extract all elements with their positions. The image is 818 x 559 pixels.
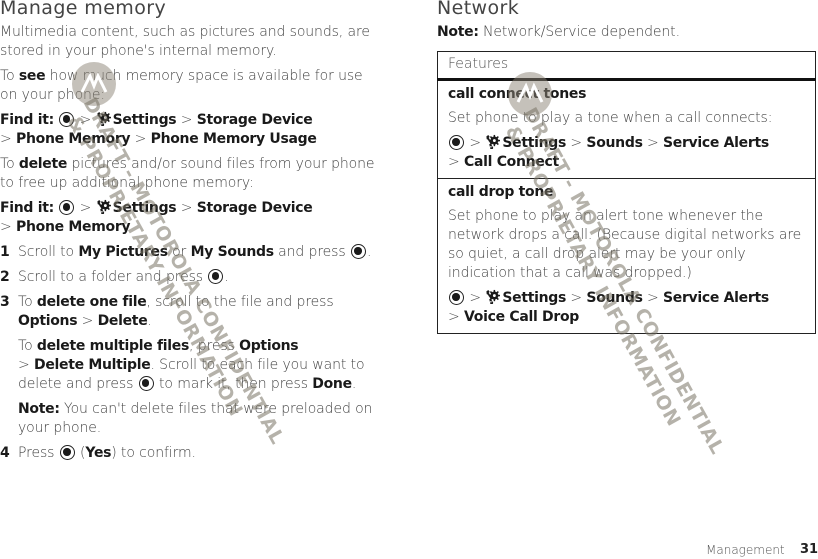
footer-section-label: Management — [706, 543, 785, 557]
center-key-icon — [350, 244, 366, 259]
table-row: call connect tones Set phone to play a t… — [437, 79, 816, 179]
settings-icon — [96, 111, 111, 126]
section-title: Network — [437, 0, 520, 19]
find-it-path-1: Find it: > Settings > Storage Device > P… — [0, 111, 317, 147]
center-key-icon — [208, 269, 224, 284]
center-key-icon — [59, 445, 75, 460]
delete-paragraph: To delete pictures and/or sound files fr… — [0, 156, 375, 191]
center-key-icon — [59, 200, 75, 215]
feature-title: call connect tones — [448, 86, 587, 102]
network-note: Note: Network/Service dependent. — [437, 24, 680, 40]
feature-description: Set phone to play an alert tone whenever… — [448, 208, 802, 281]
step-3: 3 To delete one file, scroll to the file … — [0, 293, 380, 438]
feature-description: Set phone to play a tone when a call con… — [448, 110, 773, 126]
table-row: call drop tone Set phone to play an aler… — [437, 178, 816, 334]
settings-icon — [96, 199, 111, 214]
manage-memory-section: Manage memory Multimedia content, such a… — [0, 0, 380, 463]
center-key-icon — [449, 290, 464, 305]
center-key-icon — [59, 112, 75, 127]
settings-icon — [485, 289, 500, 304]
feature-path: > Settings > Sounds > Service Alerts > C… — [448, 134, 769, 170]
features-table: Features call connect tones Set phone to… — [437, 51, 816, 334]
see-paragraph: To see how much memory space is availabl… — [0, 68, 363, 103]
center-key-icon — [449, 135, 464, 150]
section-title: Manage memory — [0, 0, 167, 19]
settings-icon — [485, 134, 500, 149]
find-it-path-2: Find it: > Settings > Storage Device > P… — [0, 199, 313, 235]
table-header: Features — [437, 51, 816, 81]
network-section: Network Note: Network/Service dependent.… — [437, 0, 817, 334]
feature-title: call drop tone — [448, 184, 554, 200]
step-3-multiple: To delete multiple files, press Options >… — [18, 338, 365, 392]
step-4: 4 Press (Yes) to confirm. — [0, 445, 196, 461]
center-key-icon — [138, 376, 154, 391]
step-1: 1 Scroll to My Pictures or My Sounds and … — [0, 244, 372, 260]
feature-path: > Settings > Sounds > Service Alerts > V… — [448, 289, 769, 325]
step-2: 2 Scroll to a folder and press . — [0, 269, 229, 285]
page-number: 31 — [800, 542, 818, 557]
step-3-note: Note: You can't delete files that were p… — [18, 401, 373, 436]
intro-text: Multimedia content, such as pictures and… — [0, 24, 370, 59]
